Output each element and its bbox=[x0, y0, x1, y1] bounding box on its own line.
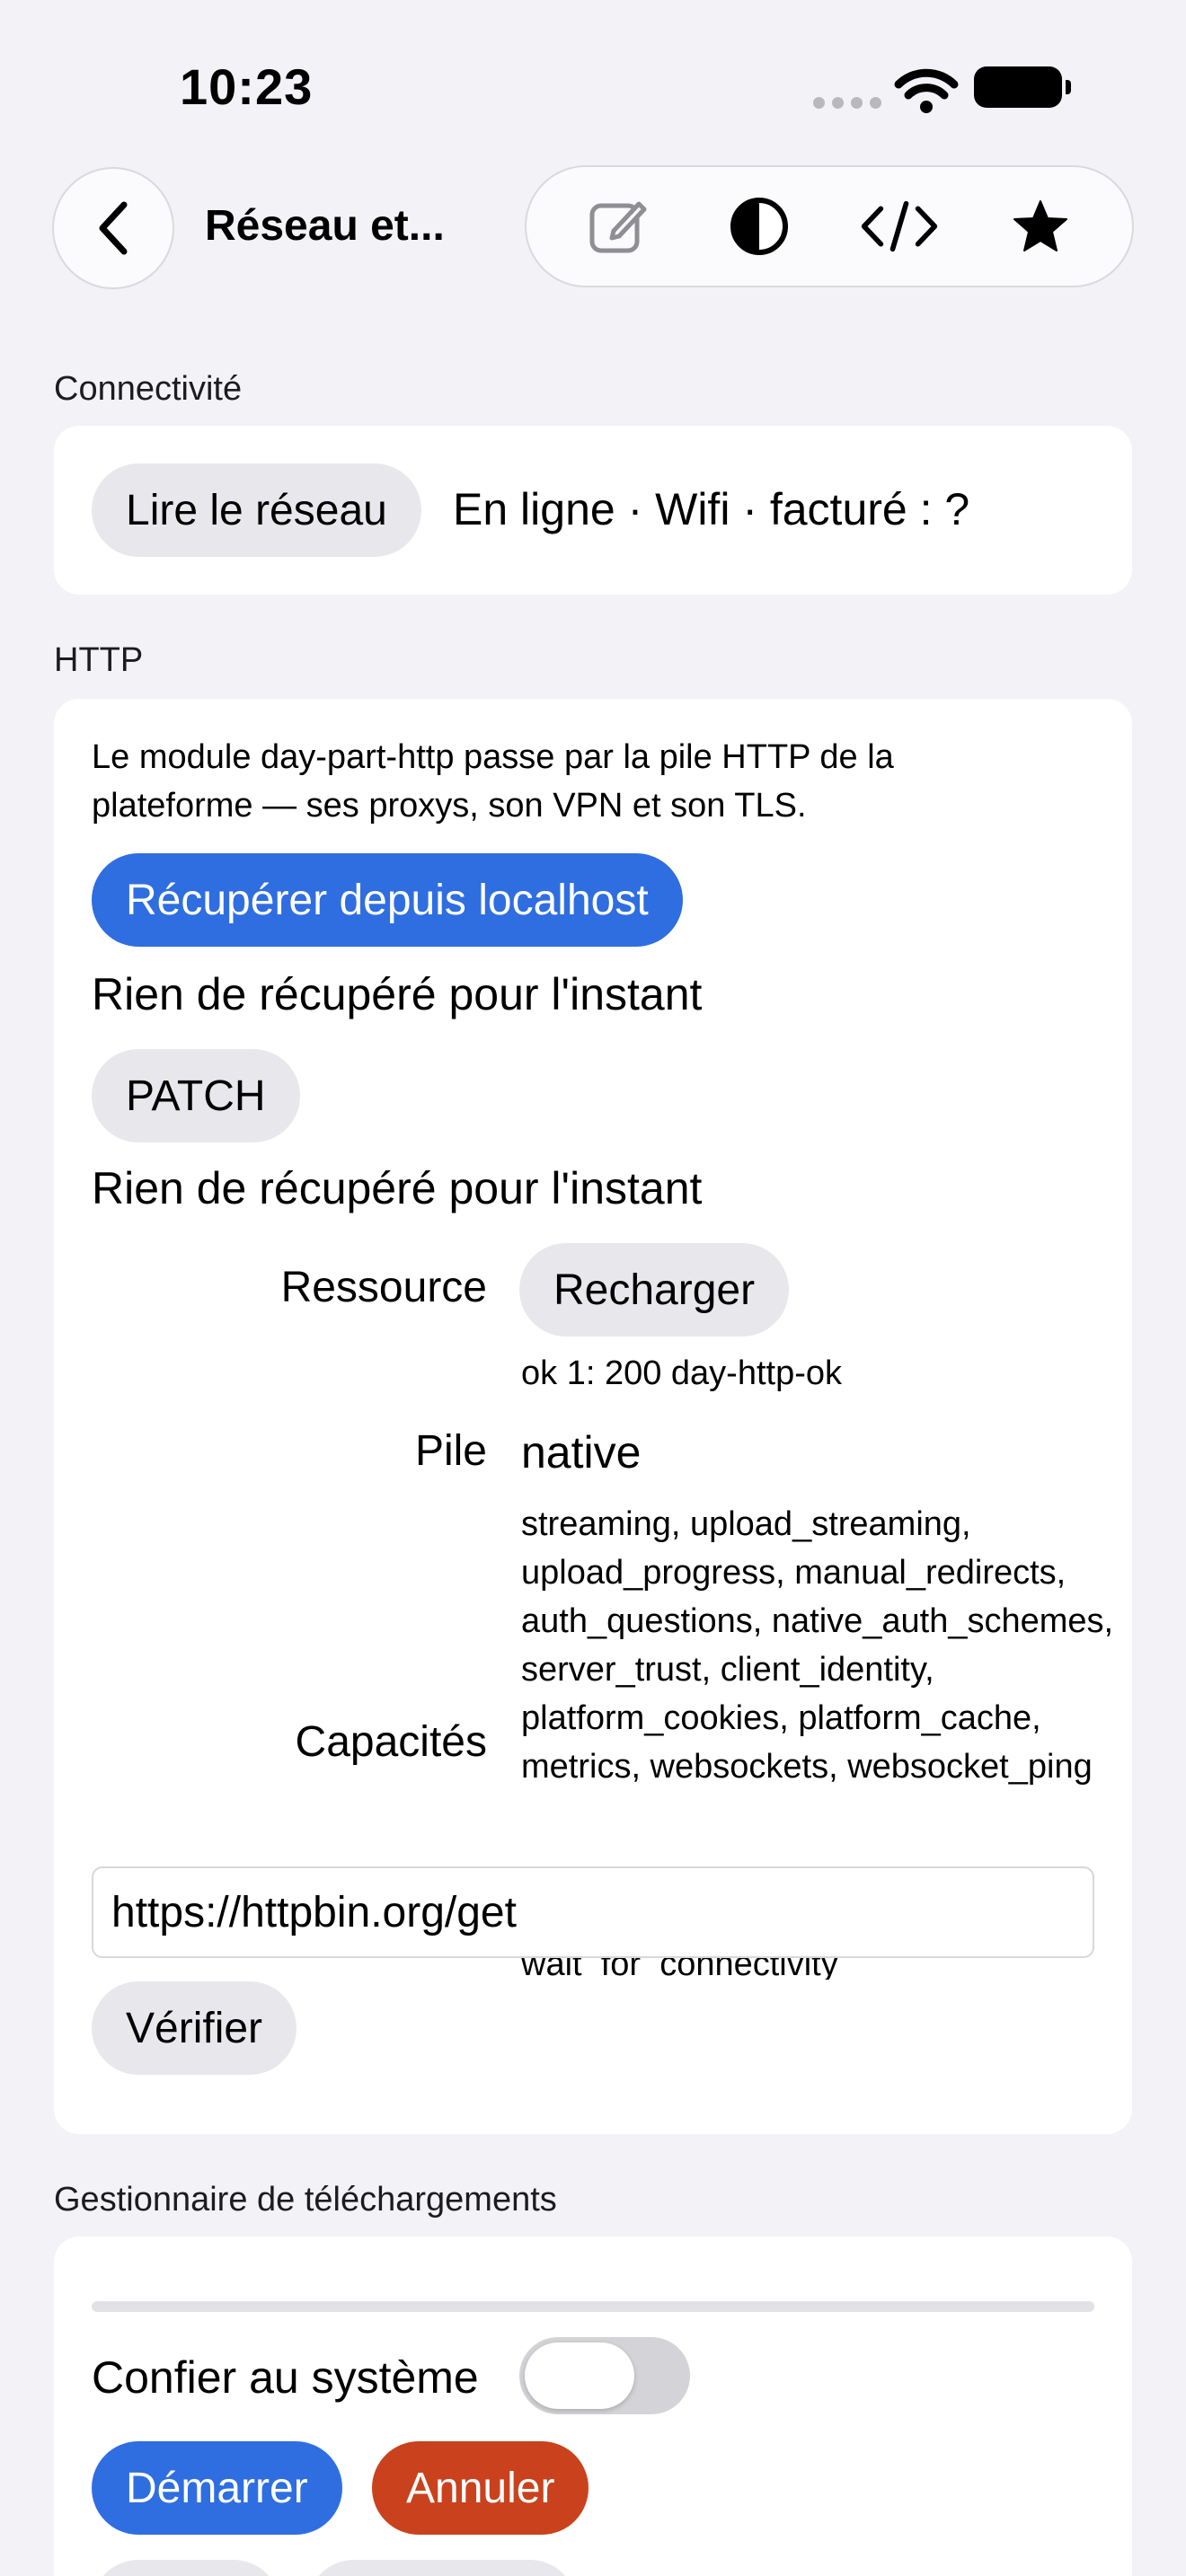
downloads-section-title: Gestionnaire de téléchargements bbox=[54, 2181, 557, 2219]
stack-value: native bbox=[521, 1427, 642, 1478]
edit-button[interactable] bbox=[578, 186, 659, 267]
verify-button[interactable]: Vérifier bbox=[92, 1981, 297, 2075]
url-input[interactable] bbox=[92, 1866, 1094, 1958]
read-network-button[interactable]: Lire le réseau bbox=[92, 463, 421, 557]
toolbar bbox=[525, 165, 1134, 287]
resource-result: ok 1: 200 day-http-ok bbox=[521, 1354, 842, 1392]
download-progress-bar bbox=[92, 2301, 1094, 2312]
network-status: En ligne · Wifi · facturé : ? bbox=[453, 484, 970, 534]
cancel-button[interactable]: Annuler bbox=[372, 2441, 589, 2535]
edit-icon bbox=[589, 201, 647, 253]
favorite-button[interactable] bbox=[1000, 186, 1081, 267]
resource-label: Ressource bbox=[280, 1264, 487, 1311]
delegate-toggle[interactable] bbox=[519, 2337, 690, 2414]
download-extra-button-2[interactable] bbox=[307, 2560, 577, 2576]
contrast-icon bbox=[730, 198, 788, 255]
http-description: Le module day-part-http passe par la pil… bbox=[92, 738, 894, 825]
start-button[interactable]: Démarrer bbox=[92, 2441, 342, 2535]
patch-button[interactable]: PATCH bbox=[92, 1049, 300, 1142]
page-title: Réseau et... bbox=[205, 202, 445, 250]
fetch-result: Rien de récupéré pour l'instant bbox=[92, 969, 703, 1019]
back-button[interactable] bbox=[52, 167, 174, 289]
star-icon bbox=[1013, 200, 1067, 251]
connectivity-section-title: Connectivité bbox=[54, 370, 243, 408]
reload-button[interactable]: Recharger bbox=[519, 1243, 790, 1337]
code-icon bbox=[862, 200, 938, 252]
stack-label: Pile bbox=[414, 1427, 487, 1475]
patch-result: Rien de récupéré pour l'instant bbox=[92, 1163, 703, 1213]
fetch-localhost-button[interactable]: Récupérer depuis localhost bbox=[92, 853, 683, 947]
battery-icon bbox=[974, 66, 1071, 108]
status-time: 10:23 bbox=[180, 58, 314, 115]
toggle-knob bbox=[525, 2342, 634, 2409]
http-section-title: HTTP bbox=[54, 641, 144, 679]
chevron-left-icon bbox=[99, 201, 128, 255]
contrast-button[interactable] bbox=[719, 186, 800, 267]
capabilities-list: streaming, upload_streaming, upload_prog… bbox=[521, 1505, 1114, 1786]
capabilities-label: Capacités bbox=[295, 1718, 487, 1766]
code-button[interactable] bbox=[859, 186, 940, 267]
connectivity-card: Lire le réseau En ligne · Wifi · facturé… bbox=[54, 426, 1132, 595]
wifi-icon bbox=[894, 68, 959, 113]
signal-dots-icon bbox=[813, 97, 881, 109]
delegate-label: Confier au système bbox=[92, 2352, 479, 2403]
